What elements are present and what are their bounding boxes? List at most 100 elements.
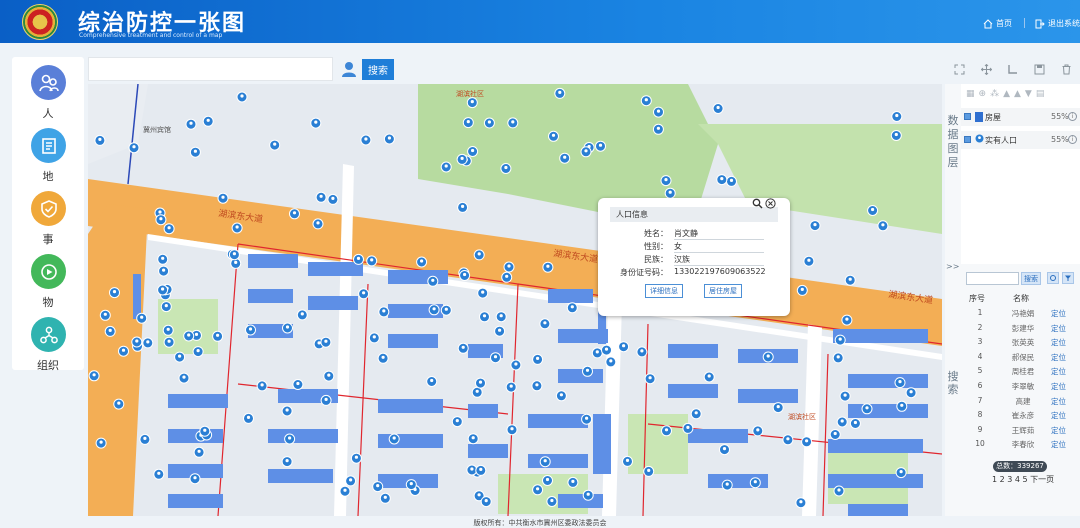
person-marker-head bbox=[260, 383, 264, 387]
map-toolbar bbox=[946, 60, 1080, 78]
save-icon[interactable] bbox=[1026, 60, 1053, 78]
locate-link[interactable]: 定位 bbox=[1051, 308, 1066, 319]
nav-item-place[interactable]: 地 bbox=[12, 128, 84, 188]
layer-settings-icon[interactable]: i bbox=[1068, 135, 1077, 144]
person-marker-head bbox=[871, 207, 875, 212]
person-marker-head bbox=[894, 132, 898, 137]
person-marker-head bbox=[166, 327, 170, 331]
layer-up-icon[interactable]: ▲ bbox=[1014, 89, 1021, 101]
locate-link[interactable]: 定位 bbox=[1051, 352, 1066, 363]
filter-icon[interactable] bbox=[1062, 272, 1074, 284]
pan-icon[interactable] bbox=[973, 60, 1000, 78]
table-row: 10 李春欣 定位 bbox=[961, 439, 1080, 453]
person-marker-head bbox=[609, 359, 613, 363]
home-link[interactable]: 首页 bbox=[983, 18, 1012, 29]
locate-link[interactable]: 定位 bbox=[1051, 337, 1066, 348]
locate-link[interactable]: 定位 bbox=[1051, 381, 1066, 392]
popup-key: 性别： bbox=[644, 242, 668, 251]
person-marker-head bbox=[354, 455, 358, 459]
popup-row-id-number: 身份证号码： 133022197609063522 bbox=[598, 267, 790, 279]
locate-link[interactable]: 定位 bbox=[1051, 410, 1066, 421]
layer-row-house[interactable]: 房屋 55% i bbox=[961, 108, 1080, 126]
close-icon[interactable] bbox=[765, 198, 776, 209]
layer-down-icon[interactable]: ▼ bbox=[1025, 89, 1032, 101]
person-marker-head bbox=[285, 325, 290, 329]
layer-checkbox[interactable] bbox=[964, 113, 971, 120]
person-marker-head bbox=[362, 291, 366, 295]
person-marker-head bbox=[543, 321, 547, 325]
table-row: 8 崔永彦 定位 bbox=[961, 410, 1080, 424]
person-marker-head bbox=[498, 328, 502, 332]
table-row: 6 李翠敏 定位 bbox=[961, 381, 1080, 395]
collapse-panel-button[interactable]: >> bbox=[946, 262, 959, 271]
locate-link[interactable]: 定位 bbox=[1051, 439, 1066, 450]
locate-link[interactable]: 定位 bbox=[1051, 323, 1066, 334]
layer-add-icon[interactable]: ▦ bbox=[966, 89, 975, 101]
person-marker-head bbox=[349, 478, 353, 482]
panel-search-input[interactable] bbox=[966, 272, 1019, 285]
fullscreen-icon[interactable] bbox=[946, 60, 973, 78]
person-marker-head bbox=[117, 401, 121, 405]
person-marker-head bbox=[288, 436, 292, 440]
layer-top-icon[interactable]: ▲ bbox=[1003, 89, 1010, 101]
map-canvas[interactable]: 湖滨东大道 湖滨东大道 湖滨东大道 湖滨社区 冀州宾馆 湖滨社区 人口信息 姓名… bbox=[88, 84, 942, 516]
measure-icon[interactable] bbox=[1000, 60, 1027, 78]
place-label: 冀州宾馆 bbox=[143, 125, 171, 134]
person-marker-head bbox=[604, 347, 609, 351]
nav-item-event[interactable]: 事 bbox=[12, 191, 84, 251]
person-marker-head bbox=[470, 467, 474, 471]
popup-value: 女 bbox=[674, 241, 764, 253]
person-marker-head bbox=[135, 339, 139, 343]
layer-settings-icon[interactable]: i bbox=[1068, 112, 1077, 121]
person-marker-head bbox=[477, 252, 481, 256]
layer-row-population[interactable]: 实有人口 55% i bbox=[961, 131, 1080, 149]
nav-item-organization[interactable]: 组织 bbox=[12, 317, 84, 377]
data-layer-tab[interactable]: 数 据 图 层 bbox=[945, 84, 961, 264]
person-marker-head bbox=[146, 340, 150, 344]
pagination[interactable]: 1 2 3 4 5 下一页 bbox=[992, 474, 1054, 485]
nav-item-object[interactable]: 物 bbox=[12, 254, 84, 314]
popup-row-ethnicity: 民族： 汉族 bbox=[598, 254, 790, 266]
layer-group-icon[interactable]: ⁂ bbox=[990, 89, 999, 101]
place-label: 湖滨社区 bbox=[456, 89, 484, 98]
person-marker-head bbox=[845, 317, 849, 321]
person-marker-head bbox=[383, 495, 387, 499]
locate-link[interactable]: 定位 bbox=[1051, 396, 1066, 407]
layer-checkbox[interactable] bbox=[964, 136, 971, 143]
result-name: 彭建华 bbox=[1011, 323, 1035, 333]
residence-button[interactable]: 居住房屋 bbox=[704, 284, 742, 298]
layer-name: 房屋 bbox=[985, 113, 1001, 122]
search-icon[interactable] bbox=[752, 198, 763, 209]
search-input[interactable] bbox=[88, 57, 333, 81]
person-marker-head bbox=[648, 376, 652, 380]
person-marker-head bbox=[461, 345, 465, 349]
result-number: 10 bbox=[975, 439, 985, 449]
locate-link[interactable]: 定位 bbox=[1051, 425, 1066, 436]
layer-zoom-icon[interactable]: ⊕ bbox=[979, 89, 987, 101]
detail-info-button[interactable]: 详细信息 bbox=[645, 284, 683, 298]
result-name: 崔永彦 bbox=[1011, 411, 1035, 421]
app-header: 综治防控一张图 Comprehensive treatment and cont… bbox=[0, 0, 1080, 43]
panel-search-button[interactable]: 搜索 bbox=[1021, 272, 1041, 285]
person-marker-head bbox=[314, 120, 318, 124]
search-tab[interactable]: 搜 索 bbox=[945, 370, 961, 396]
person-marker-head bbox=[159, 217, 163, 221]
person-marker-head bbox=[647, 468, 651, 472]
trash-icon[interactable] bbox=[1053, 60, 1080, 78]
person-marker-head bbox=[595, 350, 599, 354]
person-marker-head bbox=[716, 105, 720, 110]
nav-item-person[interactable]: 人 bbox=[12, 65, 84, 125]
locate-link[interactable]: 定位 bbox=[1051, 366, 1066, 377]
person-marker-head bbox=[563, 155, 567, 159]
person-marker-head bbox=[203, 428, 207, 432]
locate-icon[interactable] bbox=[1047, 272, 1059, 284]
person-marker-head bbox=[509, 384, 513, 388]
person-marker-head bbox=[432, 307, 436, 311]
person-marker-head bbox=[510, 427, 514, 431]
search-button[interactable]: 搜索 bbox=[362, 59, 394, 80]
person-marker-head bbox=[471, 148, 475, 153]
person-marker-head bbox=[376, 484, 380, 488]
logout-link[interactable]: 退出系统 bbox=[1035, 18, 1080, 29]
layer-delete-icon[interactable]: ▤ bbox=[1036, 89, 1045, 101]
person-marker-head bbox=[381, 355, 385, 359]
